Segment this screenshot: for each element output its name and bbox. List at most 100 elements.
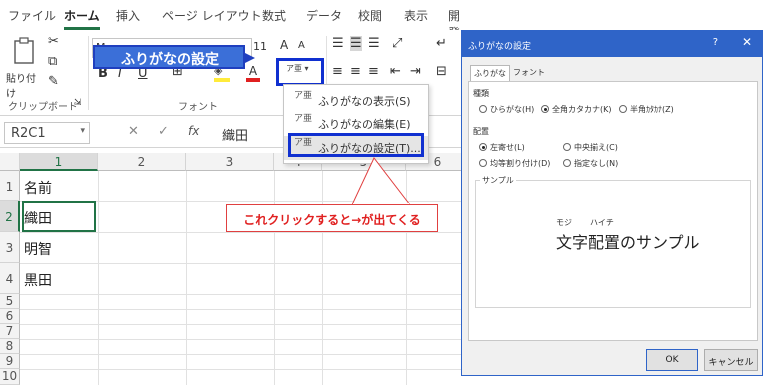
formula-value[interactable]: 織田 xyxy=(222,125,248,144)
row-header[interactable]: 3 xyxy=(0,232,20,263)
separator xyxy=(88,36,89,110)
format-painter-icon[interactable]: ✎ xyxy=(48,74,59,89)
row-header[interactable]: 7 xyxy=(0,324,20,339)
paste-button[interactable]: 貼り付け xyxy=(6,36,44,100)
grid-line xyxy=(20,294,470,295)
dialog-launcher-icon[interactable]: ⇲ xyxy=(74,98,82,108)
row-header[interactable]: 1 xyxy=(0,171,20,201)
row-header[interactable]: 10 xyxy=(0,369,20,385)
font-color-label: A xyxy=(248,64,258,78)
grid-line xyxy=(20,309,470,310)
menu-item-show-phonetic[interactable]: ア亜 ふりがなの表示(S) xyxy=(284,89,428,113)
grid-line xyxy=(98,171,99,385)
radio-hiragana[interactable]: ひらがな(H) xyxy=(479,104,534,115)
phonetic-edit-icon: ア亜 xyxy=(294,114,313,124)
increase-indent-icon[interactable]: ⇥ xyxy=(410,64,421,79)
radio-distributed[interactable]: 均等割り付け(D) xyxy=(479,158,550,169)
radio-circle xyxy=(479,159,487,167)
merge-center-icon[interactable]: ⊟ xyxy=(436,64,447,79)
tab-review[interactable]: 校閲 xyxy=(358,7,382,24)
dialog-title: ふりがなの設定 xyxy=(468,42,532,52)
menu-item-label: ふりがなの表示(S) xyxy=(318,95,411,108)
row-header[interactable]: 4 xyxy=(0,263,20,294)
name-box-value: R2C1 xyxy=(11,126,46,141)
menu-item-highlight xyxy=(288,133,424,157)
tab-home[interactable]: ホーム xyxy=(64,7,100,30)
decrease-indent-icon[interactable]: ⇤ xyxy=(390,64,401,79)
tab-insert[interactable]: 挿入 xyxy=(116,7,140,24)
align-center-icon[interactable]: ≡ xyxy=(350,64,361,79)
sample-text: 文字配置のサンプル xyxy=(556,233,700,252)
radio-zenkaku-katakana[interactable]: 全角カタカナ(K) xyxy=(541,104,612,115)
align-bottom-icon[interactable]: ☰ xyxy=(368,36,380,51)
help-icon[interactable]: ? xyxy=(713,37,718,48)
align-right-icon[interactable]: ≡ xyxy=(368,64,379,79)
align-top-icon[interactable]: ☰ xyxy=(332,36,344,51)
chevron-down-icon: ▾ xyxy=(80,126,85,136)
radio-label: 均等割り付け(D) xyxy=(490,159,551,168)
radio-label: ひらがな(H) xyxy=(490,105,535,114)
align-middle-icon[interactable]: ☰ xyxy=(350,36,362,51)
column-header[interactable]: 3 xyxy=(186,153,274,171)
radio-circle xyxy=(619,105,627,113)
row-header[interactable]: 2 xyxy=(0,201,20,232)
ok-button[interactable]: OK xyxy=(646,349,698,371)
tab-phonetic[interactable]: ふりがな xyxy=(470,65,510,81)
column-header[interactable]: 2 xyxy=(98,153,186,171)
row-header[interactable]: 8 xyxy=(0,339,20,354)
font-group-label: フォント xyxy=(178,102,218,113)
grid-line xyxy=(20,263,470,264)
font-color-button[interactable]: A xyxy=(246,64,260,82)
phonetic-settings-callout: ふりがなの設定 xyxy=(93,45,255,69)
tab-file[interactable]: ファイル xyxy=(8,7,56,24)
radio-label: 左寄せ(L) xyxy=(490,143,525,152)
cancel-button[interactable]: キャンセル xyxy=(704,349,758,371)
cell-r1c1[interactable]: 名前 xyxy=(24,178,52,198)
select-all-corner[interactable] xyxy=(0,153,20,171)
name-box[interactable]: R2C1 ▾ xyxy=(4,122,90,144)
align-label: 配置 xyxy=(473,127,489,136)
shrink-font-icon[interactable]: A xyxy=(298,40,305,51)
ruby-haichi: ハイチ xyxy=(590,218,614,227)
grid-line xyxy=(20,232,470,233)
row-header[interactable]: 9 xyxy=(0,354,20,369)
dialog-panel: 種類 ひらがな(H) 全角カタカナ(K) 半角ｶﾀｶﾅ(Z) 配置 左寄せ(L)… xyxy=(468,81,758,341)
grid-line xyxy=(20,324,470,325)
cancel-icon[interactable]: ✕ xyxy=(128,124,139,139)
radio-circle xyxy=(479,105,487,113)
tab-page-layout[interactable]: ページ レイアウト xyxy=(162,7,262,24)
row-header[interactable]: 6 xyxy=(0,309,20,324)
radio-hankaku-katakana[interactable]: 半角ｶﾀｶﾅ(Z) xyxy=(619,104,674,115)
tab-font[interactable]: フォント xyxy=(510,65,548,81)
phonetic-show-icon: ア亜 xyxy=(294,91,313,101)
radio-circle xyxy=(563,143,571,151)
grow-font-icon[interactable]: A xyxy=(280,38,288,52)
fx-icon[interactable]: fx xyxy=(188,124,199,138)
cut-icon[interactable]: ✂ xyxy=(48,34,59,49)
radio-no-align[interactable]: 指定なし(N) xyxy=(563,158,618,169)
close-icon[interactable]: ✕ xyxy=(742,35,752,49)
cell-r4c1[interactable]: 黒田 xyxy=(24,270,52,290)
red-callout-pointer xyxy=(351,157,412,206)
phonetic-settings-dialog: ふりがなの設定 ? ✕ ふりがな フォント 種類 ひらがな(H) 全角カタカナ(… xyxy=(461,30,763,376)
orientation-icon[interactable]: ⤢ xyxy=(392,36,402,51)
ruby-moji: モジ xyxy=(556,218,572,227)
phonetic-button-highlight xyxy=(276,58,324,86)
column-header[interactable]: 1 xyxy=(20,153,98,171)
wrap-text-icon[interactable]: ↵ xyxy=(436,36,447,51)
copy-icon[interactable]: ⧉ xyxy=(48,54,57,69)
tab-view[interactable]: 表示 xyxy=(404,7,428,24)
grid-line xyxy=(20,354,470,355)
radio-align-left[interactable]: 左寄せ(L) xyxy=(479,142,525,153)
tab-data[interactable]: データ xyxy=(306,7,342,24)
enter-icon[interactable]: ✓ xyxy=(158,124,169,139)
clipboard-group-label: クリップボード xyxy=(8,102,78,113)
cell-r3c1[interactable]: 明智 xyxy=(24,239,52,259)
row-header[interactable]: 5 xyxy=(0,294,20,309)
callout-top-text: ふりがなの設定 xyxy=(121,52,219,68)
radio-label: 半角ｶﾀｶﾅ(Z) xyxy=(630,105,674,114)
tab-formulas[interactable]: 数式 xyxy=(262,7,286,24)
align-left-icon[interactable]: ≡ xyxy=(332,64,343,79)
radio-align-center[interactable]: 中央揃え(C) xyxy=(563,142,618,153)
red-callout: これクリックすると→が出てくる xyxy=(226,204,438,232)
